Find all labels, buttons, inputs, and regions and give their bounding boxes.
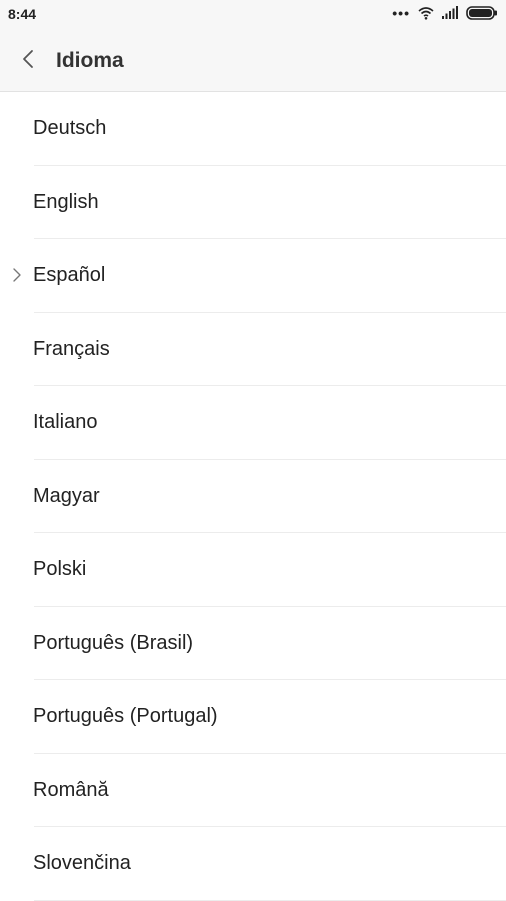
language-item-slovencina[interactable]: Slovenčina [0,827,506,901]
chevron-left-icon [21,49,35,74]
language-label: Português (Brasil) [33,631,194,654]
language-item-italiano[interactable]: Italiano [0,386,506,460]
language-label: Italiano [33,411,98,433]
language-label: Slovenčina [33,852,131,874]
language-item-espanol[interactable]: Español [0,239,506,313]
signal-icon [442,6,460,24]
language-item-portugues-portugal[interactable]: Português (Portugal) [0,680,506,754]
language-item-portugues-brasil[interactable]: Português (Brasil) [0,607,506,681]
language-list: Deutsch English Español Français Italian… [0,92,506,901]
language-label: Magyar [33,484,100,507]
status-bar: 8:44 ••• [0,0,506,30]
language-item-francais[interactable]: Français [0,313,506,387]
page-title: Idioma [56,49,124,72]
language-label: Français [33,337,110,360]
language-item-deutsch[interactable]: Deutsch [0,92,506,166]
language-item-english[interactable]: English [0,166,506,240]
wifi-icon [418,6,434,25]
more-dots-icon: ••• [392,5,410,21]
status-icons: ••• [392,5,498,25]
battery-icon [466,5,498,25]
language-item-romana[interactable]: Română [0,754,506,828]
status-time: 8:44 [8,6,37,22]
language-label: Español [33,264,106,286]
language-label: Polski [33,558,87,580]
back-button[interactable] [14,47,42,75]
chevron-right-icon [12,267,22,283]
language-item-magyar[interactable]: Magyar [0,460,506,534]
language-label: Português (Portugal) [33,705,218,727]
language-label: Română [33,778,109,801]
language-label: Deutsch [33,117,107,139]
header: Idioma [0,30,506,92]
language-label: English [33,190,99,213]
language-item-polski[interactable]: Polski [0,533,506,607]
